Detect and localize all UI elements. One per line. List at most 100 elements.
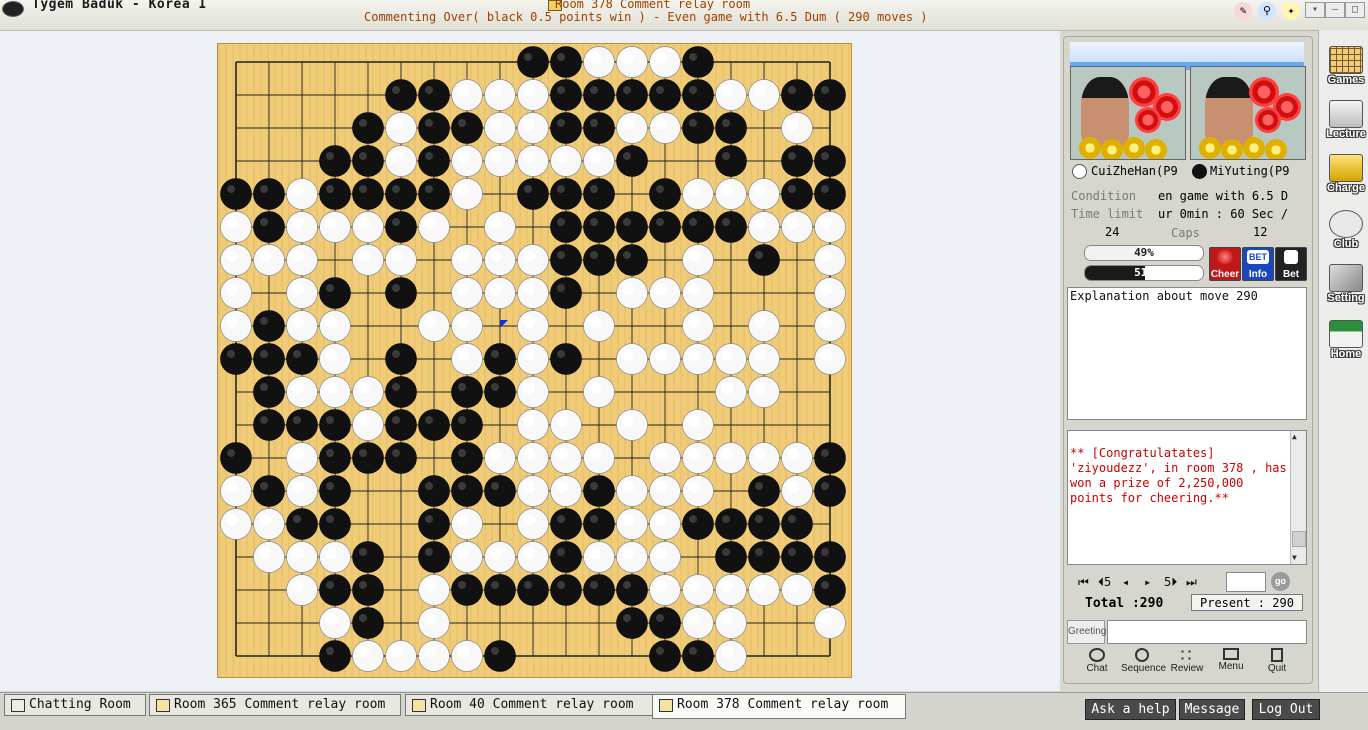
stone-highlight <box>491 383 499 391</box>
bet-button[interactable]: Bet <box>1275 247 1307 281</box>
ask-help-button[interactable]: Ask a help <box>1085 699 1176 720</box>
explanation-box[interactable]: Explanation about move 290 <box>1067 287 1307 420</box>
stone-highlight <box>590 86 598 94</box>
stone-highlight <box>458 383 466 391</box>
black-stone <box>484 343 516 375</box>
stone-highlight <box>755 548 763 556</box>
stone-highlight <box>622 514 634 526</box>
stone-highlight <box>491 581 499 589</box>
last-move-icon[interactable]: ⏭ <box>1186 575 1197 590</box>
stone-highlight <box>392 350 400 358</box>
stone-highlight <box>391 118 403 130</box>
greeting-input[interactable] <box>1107 620 1307 644</box>
lecture-button[interactable]: Lecture <box>1324 100 1368 140</box>
setting-label: Setting <box>1327 292 1365 304</box>
stone-highlight <box>655 448 667 460</box>
tab-room-378[interactable]: Room 378 Comment relay room <box>652 694 906 719</box>
message-button[interactable]: Message <box>1179 699 1245 720</box>
search-icon[interactable]: ⚲ <box>1258 2 1276 20</box>
rose-decoration <box>1255 107 1281 133</box>
black-stone <box>682 112 714 144</box>
black-stone <box>616 145 648 177</box>
next-move-icon[interactable]: ▸ <box>1144 575 1151 589</box>
stone-highlight <box>722 548 730 556</box>
yellow-rose-decoration <box>1123 137 1145 159</box>
review-tool-button[interactable]: Review <box>1166 648 1208 674</box>
stone-highlight <box>292 283 304 295</box>
tab-chatting-room[interactable]: Chatting Room <box>4 694 146 716</box>
forward-five-button[interactable]: 5⏵ <box>1164 575 1177 590</box>
stone-highlight <box>689 218 697 226</box>
stone-highlight <box>721 580 733 592</box>
stone-highlight <box>755 482 763 490</box>
chat-scrollbar[interactable]: ▲ ▼ <box>1290 431 1306 564</box>
quit-tool-button[interactable]: Quit <box>1256 648 1298 674</box>
stone-highlight <box>358 646 370 658</box>
lecture-label: Lecture <box>1326 128 1366 140</box>
charge-label: Charge <box>1327 182 1365 194</box>
total-moves: Total :290 <box>1085 596 1164 611</box>
cheer-button[interactable]: Cheer <box>1209 247 1241 281</box>
scroll-up-icon[interactable]: ▲ <box>1292 432 1297 441</box>
menu-icon[interactable]: ▾ <box>1305 2 1325 18</box>
stone-highlight <box>490 250 502 262</box>
stone-highlight <box>655 283 667 295</box>
logout-button[interactable]: Log Out <box>1252 699 1320 720</box>
stone-highlight <box>523 85 535 97</box>
white-win-rate-bar: 49% <box>1084 245 1204 261</box>
black-stone <box>451 409 483 441</box>
chat-log[interactable]: ** [Congratulatates] 'ziyoudezz', in roo… <box>1067 430 1307 565</box>
black-stone <box>517 574 549 606</box>
prev-move-icon[interactable]: ◂ <box>1122 575 1129 589</box>
pencil-icon[interactable]: ✎ <box>1234 2 1252 20</box>
stone-highlight <box>292 250 304 262</box>
stone-highlight <box>424 316 436 328</box>
scroll-down-icon[interactable]: ▼ <box>1292 553 1297 562</box>
yellow-rose-decoration <box>1079 137 1101 159</box>
black-stone <box>550 574 582 606</box>
black-stone <box>583 178 615 210</box>
minimize-button[interactable]: – <box>1325 2 1345 18</box>
setting-button[interactable]: Setting <box>1324 264 1368 304</box>
stone-highlight <box>523 547 535 559</box>
sequence-tool-button[interactable]: Sequence <box>1121 648 1166 674</box>
stone-highlight <box>754 382 766 394</box>
board-grid[interactable] <box>218 44 851 677</box>
tab-room-40[interactable]: Room 40 Comment relay room <box>405 694 653 716</box>
go-board[interactable] <box>217 43 852 678</box>
tab-room-365[interactable]: Room 365 Comment relay room <box>149 694 401 716</box>
stone-highlight <box>689 647 697 655</box>
scroll-thumb[interactable] <box>1292 531 1306 547</box>
stone-highlight <box>523 118 535 130</box>
stone-highlight <box>590 515 598 523</box>
maximize-button[interactable]: □ <box>1345 2 1365 18</box>
move-number-input[interactable] <box>1226 572 1266 592</box>
bet-info-button[interactable]: BET Info <box>1242 247 1274 281</box>
first-move-icon[interactable]: ⏮ <box>1078 575 1089 590</box>
go-button[interactable]: go <box>1271 572 1290 591</box>
club-button[interactable]: Club <box>1324 210 1368 250</box>
black-stone <box>814 178 846 210</box>
go-board-icon <box>1329 46 1363 74</box>
stone-highlight <box>424 580 436 592</box>
black-stone <box>352 541 384 573</box>
tab-label: Room 365 Comment relay room <box>174 697 386 712</box>
charge-button[interactable]: Charge <box>1324 154 1368 194</box>
home-button[interactable]: Home <box>1324 320 1368 360</box>
stone-highlight <box>622 118 634 130</box>
black-stone <box>715 508 747 540</box>
stone-highlight <box>524 185 532 193</box>
black-stone <box>550 46 582 78</box>
stone-highlight <box>557 548 565 556</box>
stone-highlight <box>557 53 565 61</box>
black-stone <box>550 79 582 111</box>
stone-highlight <box>689 119 697 127</box>
stone-highlight <box>392 284 400 292</box>
games-button[interactable]: Games <box>1324 46 1368 86</box>
lightbulb-icon[interactable]: ✦ <box>1282 2 1300 20</box>
back-five-button[interactable]: ⏴5 <box>1098 575 1111 590</box>
stone-highlight <box>722 218 730 226</box>
stone-highlight <box>820 283 832 295</box>
chat-tool-button[interactable]: Chat <box>1076 648 1118 674</box>
menu-tool-button[interactable]: Menu <box>1210 648 1252 672</box>
